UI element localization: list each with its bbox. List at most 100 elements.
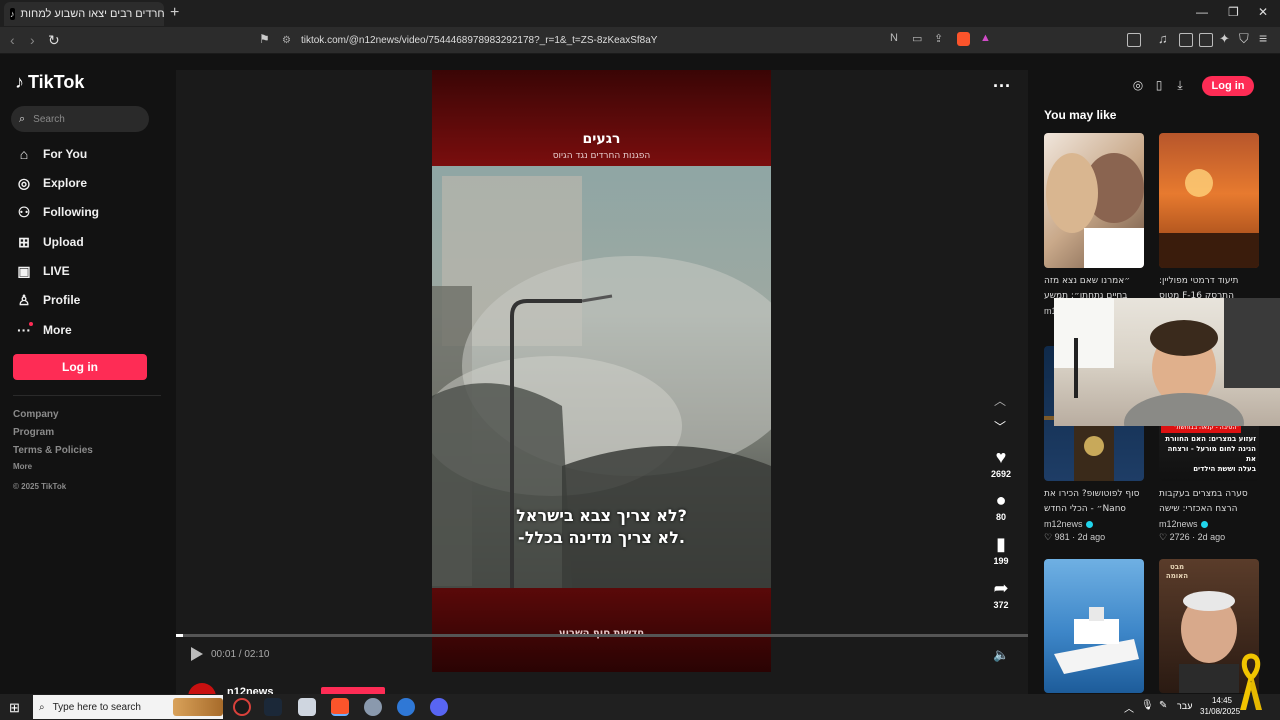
steam-icon[interactable] — [264, 698, 282, 716]
download-icon[interactable]: ⤓ — [1172, 78, 1188, 94]
compass-icon: ◎ — [17, 174, 31, 191]
next-video-icon[interactable]: ﹀ — [994, 418, 1006, 435]
thumbnail-caption: זעזוע במצרים: האם החוורת הנינה לחום מורע… — [1165, 435, 1256, 473]
card-author[interactable]: m12news — [1044, 519, 1093, 529]
back-icon[interactable]: ‹ — [10, 32, 15, 48]
comment-action[interactable]: ● 80 — [986, 490, 1016, 522]
card-title[interactable]: סערה במצרים בעקבות — [1159, 487, 1259, 501]
thumbnail-label: מבט האומה — [1165, 563, 1189, 580]
compass-small-icon[interactable]: ◎ — [1130, 78, 1146, 94]
share-icon: ➦ — [993, 578, 1009, 598]
upload-icon: ⊞ — [18, 233, 30, 250]
brave-rewards-icon[interactable]: ▲ — [980, 32, 991, 44]
notification-dot — [29, 322, 33, 326]
close-window-button[interactable]: ✕ — [1258, 5, 1268, 19]
verified-icon — [1200, 520, 1208, 528]
tiktok-favicon-icon: ♪ — [10, 8, 15, 20]
video-thumbnail[interactable] — [1044, 133, 1144, 268]
footer-copyright: © 2025 TikTok — [13, 482, 67, 491]
menu-icon[interactable]: ≡ — [1259, 30, 1267, 46]
translate-icon[interactable]: N — [890, 32, 898, 44]
nav-profile[interactable]: ♙ Profile — [15, 290, 165, 310]
share-page-icon[interactable]: ⇪ — [934, 32, 943, 45]
maximize-button[interactable]: ❐ — [1228, 5, 1239, 19]
browser-tabstrip — [0, 0, 1280, 27]
bookmark-icon: ▮ — [996, 534, 1006, 554]
previous-video-icon[interactable]: ︿ — [994, 392, 1006, 409]
video-progress-fill — [176, 634, 183, 637]
app-icon-c[interactable] — [397, 698, 415, 716]
footer-program-link[interactable]: Program — [13, 427, 54, 438]
video-timecode: 00:01 / 02:10 — [211, 649, 270, 660]
tray-chevron-icon[interactable]: ︿ — [1124, 700, 1134, 715]
nav-for-you[interactable]: ⌂ For You — [15, 144, 165, 164]
more-options-icon[interactable]: ··· — [993, 76, 1011, 97]
url-text: tiktok.com/@n12news/video/75444689789832… — [300, 35, 658, 46]
vpn-icon[interactable]: ⛉ — [1239, 31, 1249, 47]
card-title[interactable]: תיעוד דרמטי מפוליין: — [1159, 274, 1259, 288]
cruise-ship-thumbnail — [1054, 607, 1139, 674]
new-tab-button[interactable]: + — [170, 4, 179, 22]
save-action[interactable]: ▮ 199 — [986, 534, 1016, 566]
taskbar-clock[interactable]: 14:45 31/08/2025 — [1200, 695, 1240, 717]
device-icon[interactable]: ▯ — [1151, 78, 1167, 94]
nav-more[interactable]: ··· More — [15, 320, 165, 340]
brave-shield-icon[interactable] — [957, 32, 970, 46]
video-subtitle-line1: לא צריך צבא בישראל? — [516, 506, 687, 525]
card-title[interactable]: ״אמרנו שאם נצא מזה — [1044, 274, 1144, 288]
video-thumbnail[interactable] — [1044, 559, 1144, 693]
footer-company-link[interactable]: Company — [13, 409, 59, 420]
footer-more-link[interactable]: More — [13, 462, 32, 471]
like-count: 2692 — [990, 469, 1012, 479]
minimize-button[interactable]: — — [1196, 5, 1208, 19]
microphone-icon[interactable]: 🎙 — [1141, 700, 1154, 711]
forward-icon[interactable]: › — [30, 32, 35, 48]
sidebar-divider — [13, 395, 161, 396]
profile-icon: ♙ — [17, 291, 31, 308]
panel-icon[interactable] — [1179, 33, 1193, 47]
header-login-button[interactable]: Log in — [1202, 76, 1254, 96]
nav-upload[interactable]: ⊞ Upload — [15, 232, 165, 252]
video-thumbnail[interactable] — [1159, 133, 1259, 268]
cast-icon[interactable]: ▭ — [912, 32, 922, 45]
you-may-like-heading: You may like — [1044, 108, 1117, 122]
nav-following[interactable]: ⚇ Following — [15, 202, 165, 222]
browser-tab[interactable]: ♪ חרדים רבים יצאו השבוע למחות... × — [4, 2, 164, 26]
like-action[interactable]: ♥ 2692 — [986, 447, 1016, 479]
channel-subtitle-top: הפגנות החרדים נגד הגיוס — [552, 151, 651, 161]
discord-icon[interactable] — [430, 698, 448, 716]
app-icon-gauge[interactable] — [233, 698, 251, 716]
files-icon[interactable] — [298, 698, 316, 716]
site-info-icon[interactable]: ⚙ — [282, 35, 291, 46]
language-indicator[interactable]: עבר — [1177, 701, 1192, 711]
volume-icon[interactable]: 🔈 — [993, 647, 1009, 663]
taskbar-search-input[interactable]: ⌕ Type here to search — [33, 695, 223, 719]
card-author[interactable]: m12news — [1159, 519, 1208, 529]
video-progress-bar[interactable] — [176, 634, 1028, 637]
share-action[interactable]: ➦ 372 — [986, 578, 1016, 610]
sidebar-login-button[interactable]: Log in — [13, 354, 147, 380]
card-title[interactable]: סוף לפוטושופ? הכירו את — [1044, 487, 1144, 501]
leo-ai-icon[interactable]: ✦ — [1219, 31, 1230, 47]
bookmark-icon[interactable]: ⚑ — [259, 32, 270, 46]
heart-icon: ♥ — [995, 447, 1007, 467]
sidebar-toggle-icon[interactable] — [1127, 33, 1141, 47]
card-title-line2[interactable]: Nano״ - הכלי החדש — [1044, 502, 1144, 516]
heart-small-icon: ♡ — [1159, 532, 1168, 542]
card-title-line2[interactable]: הרצח האכזרי: שישה — [1159, 502, 1259, 516]
comment-count: 80 — [995, 512, 1006, 522]
nav-explore[interactable]: ◎ Explore — [15, 173, 165, 193]
search-input[interactable]: ⌕ Search — [11, 106, 149, 132]
pen-icon[interactable]: ✎ — [1159, 700, 1167, 711]
app-icon-shield[interactable] — [364, 698, 382, 716]
brave-browser-icon[interactable] — [331, 698, 349, 716]
play-icon[interactable] — [191, 647, 203, 661]
tiktok-logo[interactable]: ♪ TikTok — [15, 72, 84, 93]
media-icon[interactable]: ♫ — [1158, 31, 1168, 46]
windows-start-icon[interactable]: ⊞ — [9, 700, 20, 716]
search-highlight-icon — [173, 698, 223, 716]
footer-terms-link[interactable]: Terms & Policies — [13, 445, 93, 456]
wallet-icon[interactable] — [1199, 33, 1213, 47]
nav-live[interactable]: ▣ LIVE — [15, 261, 165, 281]
reload-icon[interactable]: ↻ — [48, 32, 60, 49]
